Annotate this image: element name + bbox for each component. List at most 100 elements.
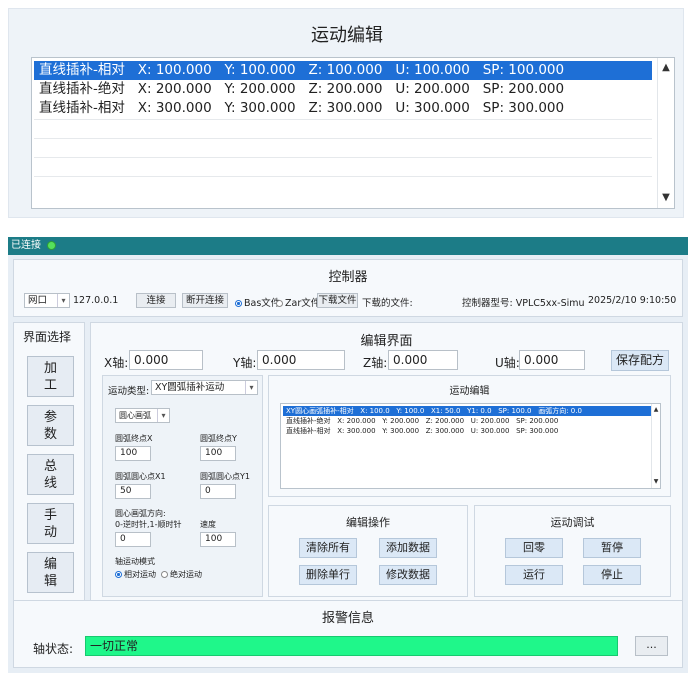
arc-direction-hint: 0-逆时针,1-顺时针 <box>115 520 182 529</box>
disconnect-button[interactable]: 断开连接 <box>182 293 228 308</box>
scroll-up-icon[interactable]: ▲ <box>652 406 660 414</box>
speed-field[interactable]: 100 <box>200 532 236 547</box>
bas-file-radio[interactable]: Bas文件 <box>235 295 280 309</box>
radio-unchecked-icon <box>276 300 283 307</box>
chevron-down-icon: ▾ <box>57 294 69 307</box>
motion-type-label: 运动类型: <box>108 386 150 397</box>
sidebar-item-edit[interactable]: 编 辑 <box>27 552 74 593</box>
sidebar-title: 界面选择 <box>23 330 72 344</box>
top-panel-title: 运动编辑 <box>311 25 383 46</box>
connection-status: 已连接 <box>11 240 41 251</box>
u-axis-field[interactable]: 0.000 <box>519 350 585 370</box>
edit-panel-title: 编辑界面 <box>360 334 413 349</box>
arc-end-y-field[interactable]: 100 <box>200 446 236 461</box>
save-recipe-button[interactable]: 保存配方 <box>611 350 669 371</box>
pause-button[interactable]: 暂停 <box>583 538 641 558</box>
bas-file-label: Bas文件 <box>244 298 281 309</box>
run-button[interactable]: 运行 <box>505 565 563 585</box>
list-item[interactable]: 直线插补-相对 X: 100.000 Y: 100.000 Z: 100.000… <box>34 61 652 80</box>
port-select-value: 网口 <box>28 295 48 306</box>
clear-all-button[interactable]: 清除所有 <box>299 538 357 558</box>
u-axis-label: U轴: <box>495 356 520 370</box>
absolute-motion-radio[interactable]: 绝对运动 <box>161 569 202 580</box>
zar-file-radio[interactable]: Zar文件 <box>276 295 320 309</box>
motion-type-value: XY圆弧插补运动 <box>155 382 225 393</box>
x-axis-label: X轴: <box>104 356 129 370</box>
alarm-panel: 报警信息 轴状态: 一切正常 ... <box>13 600 683 668</box>
alarm-title: 报警信息 <box>321 611 374 626</box>
motion-edit-top-panel: 运动编辑 直线插补-相对 X: 100.000 Y: 100.000 Z: 10… <box>8 8 684 218</box>
arc-mode-value: 圆心画弧 <box>119 411 151 420</box>
radio-checked-icon <box>235 300 242 307</box>
arc-center-x1-label: 圆弧圆心点X1 <box>115 472 166 481</box>
list-scrollbar[interactable]: ▲ ▼ <box>657 58 674 208</box>
arc-center-x1-field[interactable]: 50 <box>115 484 151 499</box>
window-titlebar: 已连接 <box>8 237 688 255</box>
row-divider <box>34 157 652 158</box>
mini-list-scrollbar[interactable]: ▲ ▼ <box>651 404 660 488</box>
speed-label: 速度 <box>200 520 216 529</box>
sidebar-item-process[interactable]: 加 工 <box>27 356 74 397</box>
ip-address[interactable]: 127.0.0.1 <box>73 295 118 306</box>
edit-operations-panel: 编辑操作 清除所有 添加数据 删除单行 修改数据 <box>268 505 468 597</box>
arc-direction-field[interactable]: 0 <box>115 532 151 547</box>
sidebar-item-manual[interactable]: 手 动 <box>27 503 74 544</box>
y-axis-label: Y轴: <box>233 356 257 370</box>
y-axis-field[interactable]: 0.000 <box>257 350 345 370</box>
scroll-down-icon[interactable]: ▼ <box>652 478 660 486</box>
sidebar-panel: 界面选择 加 工 参 数 总 线 手 动 编 辑 <box>13 322 85 602</box>
arc-center-y1-label: 圆弧圆心点Y1 <box>200 472 250 481</box>
relative-motion-label: 相对运动 <box>124 570 156 579</box>
connected-indicator-icon <box>47 240 57 250</box>
list-item[interactable]: 直线插补-绝对 X: 200.000 Y: 200.000 Z: 200.000… <box>34 80 652 99</box>
downloaded-file-label: 下载的文件: <box>362 298 413 309</box>
sidebar-item-params[interactable]: 参 数 <box>27 405 74 446</box>
scroll-down-icon[interactable]: ▼ <box>658 190 674 206</box>
arc-end-x-label: 圆弧终点X <box>115 434 153 443</box>
connect-button[interactable]: 连接 <box>136 293 176 308</box>
arc-end-x-field[interactable]: 100 <box>115 446 151 461</box>
app-body: 控制器 网口 ▾ 127.0.0.1 连接 断开连接 Bas文件 Zar文件 下… <box>8 255 688 673</box>
modify-data-button[interactable]: 修改数据 <box>379 565 437 585</box>
edit-panel: 编辑界面 X轴: 0.000 Y轴: 0.000 Z轴: 0.000 U轴: 0… <box>90 322 683 602</box>
row-divider <box>34 176 652 177</box>
absolute-motion-label: 绝对运动 <box>170 570 202 579</box>
controller-model: 控制器型号: VPLC5xx-Simu <box>462 298 585 309</box>
z-axis-field[interactable]: 0.000 <box>388 350 458 370</box>
controller-panel: 控制器 网口 ▾ 127.0.0.1 连接 断开连接 Bas文件 Zar文件 下… <box>13 259 683 317</box>
axis-status-label: 轴状态: <box>33 642 74 656</box>
list-item[interactable]: XY圆心画弧插补-相对 X: 100.0 Y: 100.0 X1: 50.0 Y… <box>283 406 655 416</box>
arc-center-y1-field[interactable]: 0 <box>200 484 236 499</box>
list-item[interactable]: 直线插补-相对 X: 300.000 Y: 300.000 Z: 300.000… <box>283 426 655 436</box>
more-button[interactable]: ... <box>635 636 668 656</box>
row-divider <box>34 119 652 120</box>
home-button[interactable]: 回零 <box>505 538 563 558</box>
download-file-button[interactable]: 下载文件 <box>317 293 358 308</box>
motion-type-select[interactable]: XY圆弧插补运动 ▾ <box>151 380 258 395</box>
motion-edit-list[interactable]: XY圆心画弧插补-相对 X: 100.0 Y: 100.0 X1: 50.0 Y… <box>280 403 661 489</box>
row-divider <box>34 138 652 139</box>
arc-end-y-label: 圆弧终点Y <box>200 434 237 443</box>
controller-title: 控制器 <box>328 270 368 285</box>
list-item[interactable]: 直线插补-绝对 X: 200.000 Y: 200.000 Z: 200.000… <box>283 416 655 426</box>
add-data-button[interactable]: 添加数据 <box>379 538 437 558</box>
scroll-up-icon[interactable]: ▲ <box>658 60 674 76</box>
radio-unchecked-icon <box>161 571 168 578</box>
x-axis-field[interactable]: 0.000 <box>129 350 203 370</box>
date-time: 2025/2/10 9:10:50 <box>588 295 677 306</box>
delete-row-button[interactable]: 删除单行 <box>299 565 357 585</box>
motion-list[interactable]: 直线插补-相对 X: 100.000 Y: 100.000 Z: 100.000… <box>31 57 675 209</box>
arc-mode-select[interactable]: 圆心画弧 ▾ <box>115 408 170 423</box>
edit-operations-title: 编辑操作 <box>346 516 390 529</box>
axis-mode-label: 轴运动模式 <box>115 557 155 566</box>
motion-params-panel: 运动类型: XY圆弧插补运动 ▾ 圆心画弧 ▾ 圆弧终点X 100 圆弧终点Y … <box>102 375 263 597</box>
motion-edit-panel: 运动编辑 XY圆心画弧插补-相对 X: 100.0 Y: 100.0 X1: 5… <box>268 375 671 497</box>
zar-file-label: Zar文件 <box>285 298 321 309</box>
sidebar-item-bus[interactable]: 总 线 <box>27 454 74 495</box>
stop-button[interactable]: 停止 <box>583 565 641 585</box>
port-select[interactable]: 网口 ▾ <box>24 293 70 308</box>
motion-debug-title: 运动调试 <box>550 516 595 529</box>
radio-checked-icon <box>115 571 122 578</box>
relative-motion-radio[interactable]: 相对运动 <box>115 569 156 580</box>
list-item[interactable]: 直线插补-相对 X: 300.000 Y: 300.000 Z: 300.000… <box>34 99 652 118</box>
